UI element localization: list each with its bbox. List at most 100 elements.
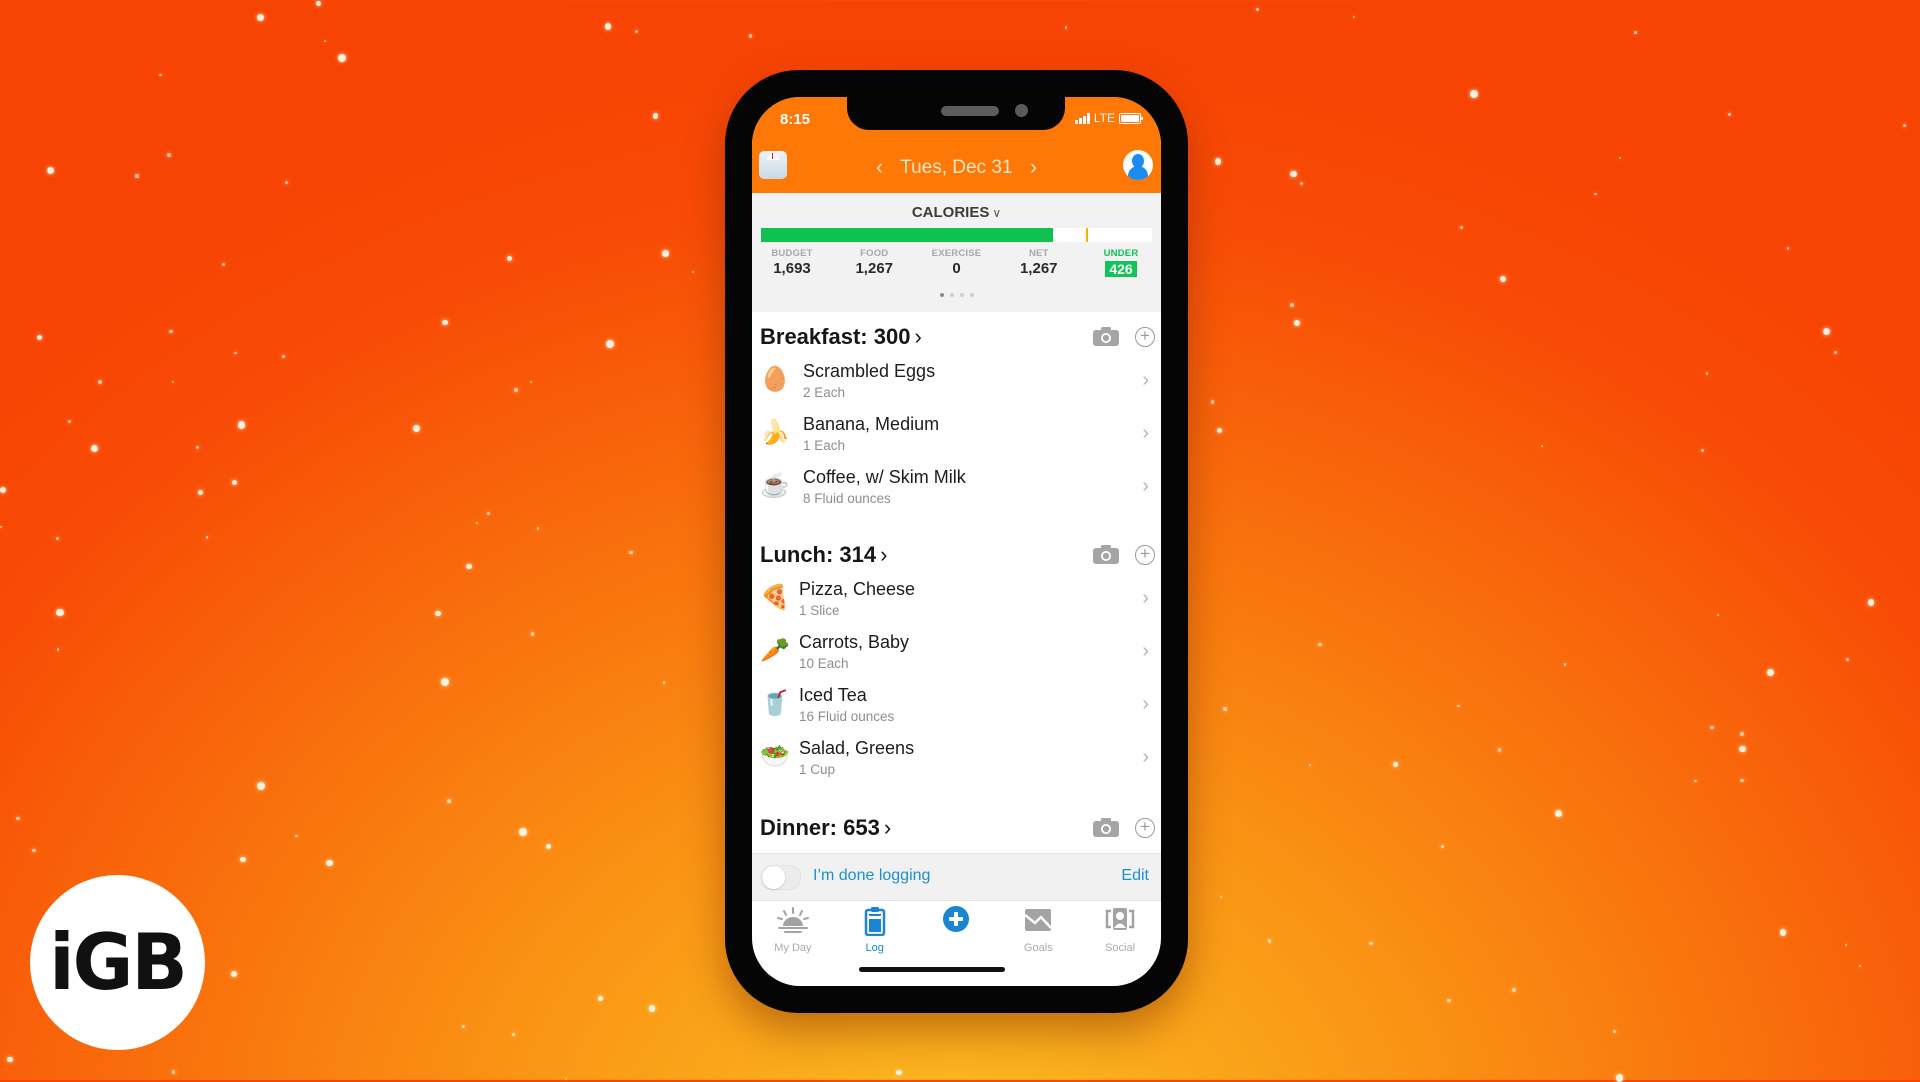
star-dot — [97, 379, 102, 384]
igb-logo: iGB — [30, 875, 205, 1050]
page-dot[interactable] — [949, 293, 954, 297]
star-dot — [604, 23, 612, 30]
star-dot — [634, 29, 639, 34]
carrot-icon: 🥕 — [760, 637, 790, 664]
add-food-icon[interactable]: + — [1135, 545, 1155, 565]
food-name: Scrambled Eggs — [803, 361, 936, 381]
tab-goals[interactable]: Goals — [997, 900, 1079, 960]
tab-add[interactable] — [916, 900, 998, 960]
food-row[interactable]: 🥤 Iced Tea 16 Fluid ounces › — [752, 680, 1161, 733]
chevron-left-icon[interactable]: ‹ — [876, 154, 883, 180]
food-row[interactable]: 🍌 Banana, Medium 1 Each › — [752, 409, 1161, 462]
star-dot — [1740, 778, 1744, 783]
star-dot — [1459, 225, 1464, 229]
star-dot — [282, 355, 286, 359]
edit-button[interactable]: Edit — [1121, 867, 1149, 885]
tab-social[interactable]: Social — [1079, 900, 1161, 960]
page-dot[interactable] — [969, 293, 974, 297]
sunrise-icon — [776, 907, 809, 933]
star-dot — [32, 849, 36, 853]
chevron-right-icon: › — [1142, 640, 1149, 662]
add-circle-icon — [943, 906, 970, 932]
chevron-right-icon[interactable]: › — [1030, 154, 1037, 180]
star-dot — [461, 1024, 466, 1029]
star-dot — [748, 34, 753, 38]
star-dot — [1392, 762, 1398, 768]
star-dot — [237, 421, 246, 429]
food-qty: 10 Each — [799, 656, 849, 671]
star-dot — [1500, 275, 1507, 283]
food-row[interactable]: 🥚 Scrambled Eggs 2 Each › — [752, 356, 1161, 409]
tab-label: My Day — [774, 942, 812, 954]
chevron-right-icon: › — [1142, 369, 1149, 391]
chart-down-icon — [1024, 909, 1053, 931]
meal-title-text: Breakfast: 300 — [760, 324, 911, 349]
calories-summary[interactable]: CALORIES ∨ BUDGET 1,693 FOOD 1,267 EXERCI… — [752, 193, 1161, 312]
star-dot — [1470, 90, 1478, 98]
meal-title-lunch[interactable]: Lunch: 314 › — [760, 542, 887, 568]
star-dot — [691, 270, 695, 273]
stat-value: 1,693 — [773, 260, 811, 277]
star-dot — [413, 425, 421, 433]
star-dot — [1497, 748, 1502, 752]
tab-my-day[interactable]: My Day — [752, 900, 834, 960]
star-dot — [234, 351, 237, 355]
star-dot — [240, 856, 246, 863]
star-dot — [205, 536, 209, 539]
star-dot — [662, 250, 669, 257]
star-dot — [1766, 668, 1775, 676]
chevron-right-icon: › — [1142, 746, 1149, 768]
coffee-cup-icon: ☕ — [760, 472, 790, 499]
food-row[interactable]: 🥗 Salad, Greens 1 Cup › — [752, 733, 1161, 786]
star-dot — [230, 970, 238, 978]
meal-header-lunch: Lunch: 314 › + — [752, 534, 1161, 574]
profile-avatar-icon[interactable] — [1123, 150, 1153, 180]
food-qty: 16 Fluid ounces — [799, 709, 895, 724]
food-row[interactable]: 🥕 Carrots, Baby 10 Each › — [752, 627, 1161, 680]
food-row[interactable]: ☕ Coffee, w/ Skim Milk 8 Fluid ounces › — [752, 462, 1161, 515]
page-dot[interactable] — [959, 293, 964, 297]
tab-log[interactable]: Log — [834, 900, 916, 960]
calorie-stats: BUDGET 1,693 FOOD 1,267 EXERCISE 0 NET 1… — [756, 248, 1157, 279]
page-dot[interactable] — [939, 293, 944, 297]
stat-net: NET 1,267 — [1003, 248, 1075, 279]
calories-dropdown[interactable]: CALORIES ∨ — [752, 204, 1161, 221]
star-dot — [316, 0, 322, 7]
camera-icon[interactable] — [1093, 545, 1119, 564]
done-logging-toggle[interactable] — [761, 865, 801, 890]
network-label: LTE — [1093, 111, 1115, 125]
star-dot — [55, 536, 59, 540]
chevron-down-icon: ∨ — [992, 206, 1002, 220]
meal-title-breakfast[interactable]: Breakfast: 300 › — [760, 324, 922, 350]
star-dot — [1694, 779, 1697, 783]
star-dot — [1615, 1074, 1624, 1082]
iced-tea-icon: 🥤 — [760, 690, 790, 717]
camera-icon[interactable] — [1093, 818, 1119, 837]
star-dot — [1705, 372, 1709, 375]
home-indicator[interactable] — [859, 967, 1005, 972]
current-date[interactable]: Tues, Dec 31 — [900, 157, 1012, 178]
star-dot — [442, 319, 448, 326]
add-food-icon[interactable]: + — [1135, 327, 1155, 347]
star-dot — [506, 255, 513, 262]
meal-title-dinner[interactable]: Dinner: 653 › — [760, 815, 891, 841]
tab-label: Goals — [1023, 942, 1053, 954]
star-dot — [1308, 763, 1312, 767]
logo-text: iGB — [49, 917, 188, 1008]
star-dot — [1563, 663, 1566, 666]
page-indicator[interactable] — [752, 293, 1161, 297]
camera-icon[interactable] — [1093, 327, 1119, 346]
done-logging-label[interactable]: I’m done logging — [813, 867, 930, 885]
tab-label: Log — [865, 942, 884, 954]
chevron-right-icon: › — [883, 815, 892, 840]
chevron-right-icon: › — [1142, 587, 1149, 609]
add-food-icon[interactable]: + — [1135, 818, 1155, 838]
star-dot — [1457, 705, 1460, 708]
food-row[interactable]: 🍕 Pizza, Cheese 1 Slice › — [752, 574, 1161, 627]
date-navigator: ‹ Tues, Dec 31 › — [752, 153, 1161, 179]
meal-header-breakfast: Breakfast: 300 › + — [752, 316, 1161, 356]
star-dot — [447, 799, 451, 803]
star-dot — [1318, 642, 1322, 647]
star-dot — [536, 527, 540, 531]
stat-value: 0 — [952, 260, 961, 277]
